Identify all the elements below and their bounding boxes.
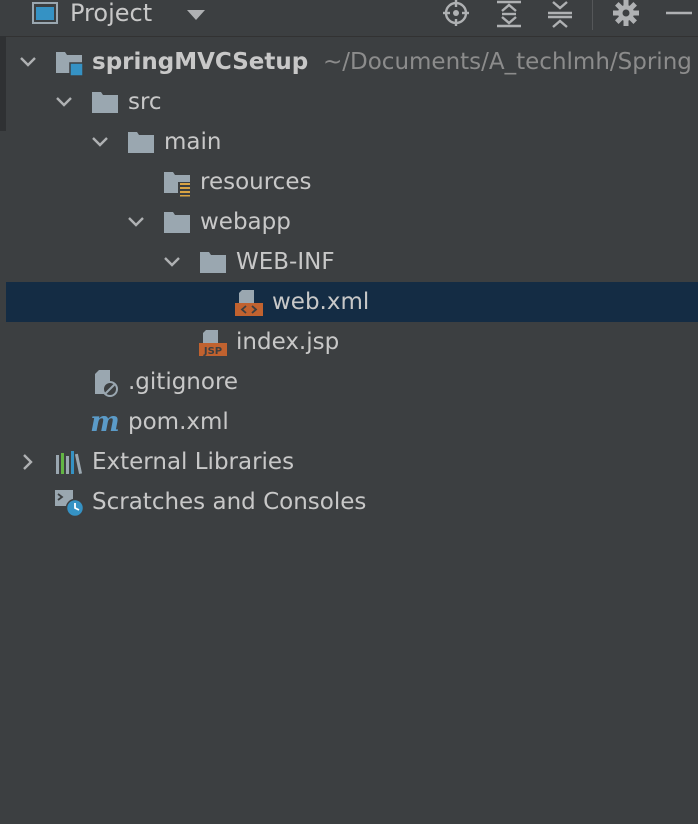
chevron-down-icon[interactable]: [54, 92, 74, 112]
chevron-right-icon[interactable]: [18, 452, 38, 472]
tree-node-label: Scratches and Consoles: [92, 489, 367, 515]
dropdown-arrow-icon[interactable]: [186, 8, 206, 22]
tree-node-label: springMVCSetup: [92, 49, 309, 75]
project-path: ~/Documents/A_techlmh/Spring: [323, 49, 692, 75]
chevron-down-icon[interactable]: [90, 132, 110, 152]
tree-node-label: src: [128, 89, 162, 115]
collapse-all-icon[interactable]: [545, 0, 575, 28]
module-folder-icon: [56, 52, 84, 77]
gear-icon[interactable]: [611, 0, 641, 28]
tree-node-label: pom.xml: [128, 409, 229, 435]
hide-icon[interactable]: [664, 0, 694, 28]
tree-node-label: main: [164, 129, 222, 155]
tree-node-label: webapp: [200, 209, 291, 235]
tree-node-root[interactable]: springMVCSetup ~/Documents/A_techlmh/Spr…: [6, 42, 698, 82]
maven-icon: m: [90, 409, 120, 437]
tree-node-src[interactable]: src: [6, 82, 698, 122]
tree-node-label: web.xml: [272, 289, 370, 315]
project-view-title[interactable]: Project: [70, 0, 152, 30]
toolbar-separator: [592, 0, 593, 30]
expand-all-icon[interactable]: [494, 0, 524, 28]
tree-node-index-jsp[interactable]: JSP index.jsp: [6, 322, 698, 362]
tree-node-external-libraries[interactable]: External Libraries: [6, 442, 698, 482]
ignored-file-icon: [95, 370, 118, 397]
tree-node-main[interactable]: main: [6, 122, 698, 162]
tree-node-scratches-consoles[interactable]: Scratches and Consoles: [6, 482, 698, 522]
chevron-down-icon[interactable]: [18, 52, 38, 72]
chevron-down-icon[interactable]: [126, 212, 146, 232]
tree-node-resources[interactable]: resources: [6, 162, 698, 202]
chevron-down-icon[interactable]: [162, 252, 182, 272]
tree-node-webapp[interactable]: webapp: [6, 202, 698, 242]
tree-node-gitignore[interactable]: .gitignore: [6, 362, 698, 402]
svg-text:JSP: JSP: [203, 346, 222, 357]
scratches-icon: [55, 490, 84, 517]
tree-node-label: External Libraries: [92, 449, 295, 475]
tree-node-pom-xml[interactable]: m pom.xml: [6, 402, 698, 442]
tree-node-label: WEB-INF: [236, 249, 335, 275]
project-window-icon: [32, 2, 58, 24]
jsp-file-icon: JSP: [199, 330, 227, 357]
project-tool-window-header: Project: [0, 0, 698, 37]
resources-folder-icon: [164, 172, 191, 197]
folder-icon: [164, 212, 190, 233]
tree-node-label: index.jsp: [236, 329, 340, 355]
tree-node-label: resources: [200, 169, 312, 195]
folder-icon: [200, 252, 226, 273]
folder-icon: [128, 132, 154, 153]
xml-file-icon: [235, 290, 263, 316]
tree-node-web-xml[interactable]: web.xml: [6, 282, 698, 322]
tree-node-label: .gitignore: [128, 369, 239, 395]
svg-text:m: m: [90, 409, 120, 437]
locate-icon[interactable]: [441, 0, 471, 28]
folder-icon: [92, 92, 118, 113]
tree-node-web-inf[interactable]: WEB-INF: [6, 242, 698, 282]
library-icon: [56, 451, 83, 474]
